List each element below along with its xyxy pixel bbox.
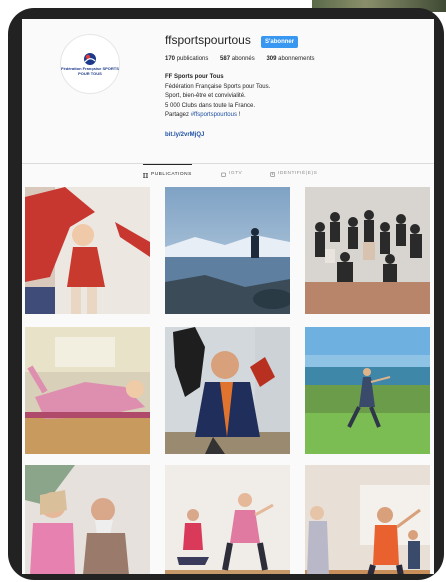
hashtag-link[interactable]: #ffsportspourtous	[191, 112, 237, 118]
stat-following[interactable]: 309 abonnements	[266, 56, 314, 62]
post-thumbnail[interactable]	[165, 327, 290, 454]
post-thumbnail[interactable]	[305, 465, 430, 574]
follow-button[interactable]: S'abonner	[261, 36, 299, 48]
post-thumbnail[interactable]	[165, 465, 290, 574]
instagram-profile-screen: Fédération Française SPORTS POUR TOUS ff…	[22, 19, 434, 574]
post-thumbnail[interactable]	[25, 327, 150, 454]
stat-followers[interactable]: 587 abonnés	[220, 56, 255, 62]
bio-line: Partagez #ffsportspourtous !	[165, 112, 241, 118]
tab-publications[interactable]: PUBLICATIONS	[143, 164, 192, 185]
post-image	[25, 465, 150, 574]
bio-link[interactable]: bit.ly/2vrMjQJ	[165, 131, 270, 141]
post-thumbnail[interactable]	[305, 327, 430, 454]
tab-tagged[interactable]: IDENTIFIÉ(E)S	[270, 164, 317, 184]
profile-username: ffsportspourtous	[165, 33, 251, 47]
profile-stats: 170 publications 587 abonnés 309 abonnem…	[165, 56, 325, 62]
post-thumbnail[interactable]	[25, 465, 150, 574]
bio-line: 5 000 Clubs dans toute la France.	[165, 102, 256, 109]
post-image	[305, 187, 430, 314]
post-image	[165, 465, 290, 574]
bio-name: FF Sports pour Tous	[165, 74, 224, 80]
profile-bio: FF Sports pour Tous Fédération Française…	[165, 73, 270, 140]
post-thumbnail[interactable]	[165, 187, 290, 314]
bio-line: Fédération Française Sports pour Tous.	[165, 83, 271, 90]
post-image	[25, 327, 150, 454]
profile-avatar[interactable]: Fédération Française SPORTS POUR TOUS	[60, 34, 120, 94]
logo-icon	[84, 53, 96, 65]
avatar-text: Fédération Française SPORTS POUR TOUS	[61, 66, 119, 76]
profile-tabs: PUBLICATIONS IGTV IDENTIFIÉ(E)S	[22, 164, 434, 184]
bio-line: Sport, bien-être et convivialité.	[165, 93, 246, 99]
stat-posts[interactable]: 170 publications	[165, 56, 208, 62]
post-image	[305, 465, 430, 574]
post-image	[165, 187, 290, 314]
grid-icon	[143, 172, 148, 178]
post-thumbnail[interactable]	[305, 187, 430, 314]
post-image	[165, 327, 290, 454]
tv-icon	[221, 172, 226, 177]
tab-igtv[interactable]: IGTV	[221, 164, 242, 184]
tag-icon	[270, 171, 275, 177]
post-thumbnail[interactable]	[25, 187, 150, 314]
post-image	[305, 327, 430, 454]
post-image	[25, 187, 150, 314]
